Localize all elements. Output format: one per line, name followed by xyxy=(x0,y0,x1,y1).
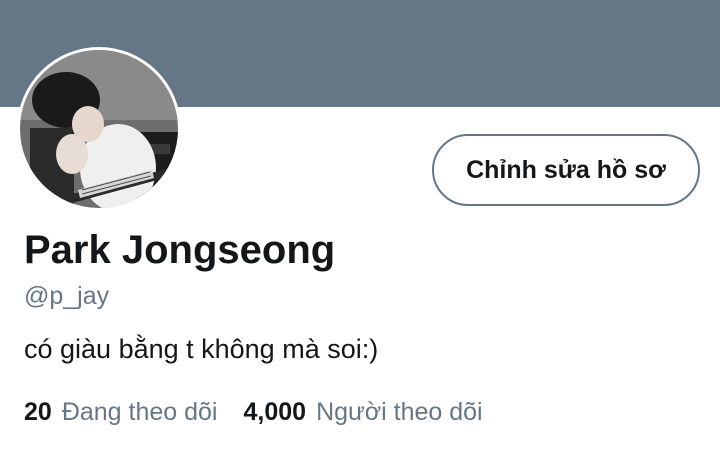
following-count: 20 xyxy=(24,398,52,426)
display-name: Park Jongseong xyxy=(24,228,336,272)
followers-label: Người theo dõi xyxy=(316,398,483,426)
profile-bio: có giàu bằng t không mà soi:) xyxy=(24,334,379,364)
followers-stat[interactable]: 4,000 Người theo dõi xyxy=(244,398,483,427)
avatar-photo-icon xyxy=(20,50,178,208)
profile-page: Chỉnh sửa hồ sơ Park Jongseong @p_jay có… xyxy=(0,0,720,460)
followers-count: 4,000 xyxy=(243,398,307,426)
username-handle: @p_jay xyxy=(24,282,110,310)
follow-stats: 20 Đang theo dõi 4,000 Người theo dõi xyxy=(24,398,483,427)
following-label: Đang theo dõi xyxy=(61,398,218,426)
avatar[interactable] xyxy=(17,47,181,211)
following-stat[interactable]: 20 Đang theo dõi xyxy=(24,398,218,427)
edit-profile-button[interactable]: Chỉnh sửa hồ sơ xyxy=(432,134,700,206)
